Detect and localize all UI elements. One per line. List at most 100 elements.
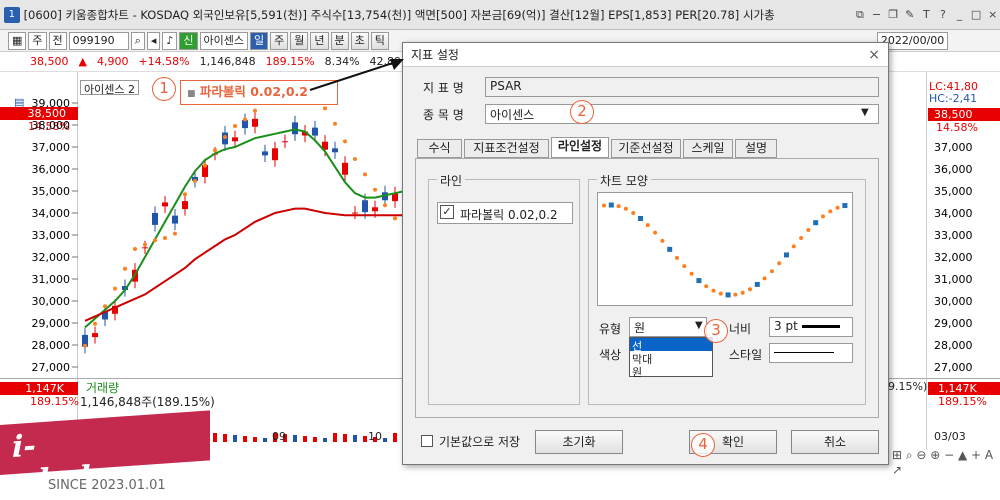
preview-dot [711, 288, 716, 293]
preview-dot [653, 230, 658, 235]
psar-dot [113, 286, 117, 291]
stock-name-select[interactable]: 아이센스 [485, 104, 879, 124]
search-icon[interactable]: ⌕ [130, 31, 145, 50]
line-group: 라인 ✓ 파라볼릭 0.02,0.2 [428, 172, 580, 405]
default-checkbox[interactable] [421, 435, 433, 447]
minimize-icon[interactable]: − [869, 7, 884, 22]
mode-select[interactable]: 주 [28, 31, 47, 50]
volume-bar [303, 436, 307, 442]
annotation-1: 1 [152, 77, 176, 101]
indicator-settings-dialog: 지표 설정 × 지 표 명 PSAR 종 목 명 아이센스 ▼ 수식 지표조건설… [402, 42, 889, 465]
psar-dot [133, 247, 137, 251]
close-icon[interactable]: × [868, 47, 880, 63]
font-icon[interactable]: T [919, 7, 934, 22]
tool-icon[interactable]: ✎ [902, 7, 917, 22]
grid-icon[interactable]: ▦ [8, 31, 27, 50]
chevron-down-icon[interactable]: ▼ [861, 107, 869, 118]
color-label: 색상 [599, 348, 622, 362]
psar-dot [233, 124, 237, 128]
help-icon[interactable]: ? [936, 7, 951, 22]
volume-bar [293, 435, 297, 442]
psar-dot [123, 266, 127, 271]
zoom-controls[interactable]: ⊞ ⌕ ⊖ ⊕ − ▲ + A ↗ [892, 448, 1000, 477]
psar-dot [203, 163, 207, 168]
window-title: [0600] 키움종합차트 - KOSDAQ 외국인보유[5,591(천)] 주… [23, 7, 775, 22]
period-tick[interactable]: 틱 [370, 31, 389, 50]
indicator-name-field[interactable]: PSAR [485, 77, 879, 97]
width-select[interactable]: 3 pt [769, 317, 853, 337]
sound-icon[interactable]: ♪ [162, 31, 178, 50]
psar-dot [223, 135, 227, 139]
tab-scale[interactable]: 스케일 [683, 139, 733, 158]
psar-dot [163, 236, 167, 240]
period-month[interactable]: 월 [290, 31, 309, 50]
new-badge: 신 [179, 31, 198, 50]
psar-dot [323, 106, 327, 111]
volume-bar [253, 437, 257, 442]
annotation-4: 4 [691, 433, 715, 457]
style-select[interactable] [769, 343, 853, 363]
left-tick: 34,000 [32, 207, 71, 220]
period-day[interactable]: 일 [250, 31, 269, 50]
type-option-line[interactable]: 선 [630, 338, 712, 353]
candle-body [262, 151, 268, 156]
tab-description[interactable]: 설명 [735, 139, 777, 158]
volume-bar [243, 436, 247, 442]
right-tick: 35,000 [934, 185, 973, 198]
left-tick: 32,000 [32, 251, 71, 264]
preview-dot [645, 223, 650, 228]
period-second[interactable]: 초 [350, 31, 369, 50]
stock-code-input[interactable]: 099190 [68, 31, 129, 50]
tab-formula[interactable]: 수식 [417, 139, 462, 158]
psar-dot [173, 231, 177, 236]
type-dropdown[interactable]: 선 막대 원 [629, 337, 713, 379]
line-list-item[interactable]: ✓ 파라볼릭 0.02,0.2 [437, 202, 573, 224]
type-option-bar[interactable]: 막대 [630, 351, 712, 366]
dialog-titlebar: 지표 설정 × [403, 43, 888, 67]
psar-dot [243, 117, 247, 122]
tab-baseline[interactable]: 기준선설정 [611, 139, 681, 158]
type-select[interactable]: 전 [48, 31, 67, 50]
candle-body [342, 162, 348, 175]
preview-dot [828, 209, 833, 214]
preview-dot [675, 255, 679, 260]
close-icon[interactable]: × [985, 7, 1000, 22]
min-icon[interactable]: _ [952, 7, 967, 22]
volume-bar [213, 433, 217, 442]
width-label: 너비 [729, 322, 752, 336]
window-number-badge: 1 [4, 6, 20, 23]
preview-dot [616, 204, 621, 209]
up-arrow-icon: ▲ [78, 55, 87, 68]
left-tick: 36,000 [32, 163, 71, 176]
period-week[interactable]: 주 [270, 31, 289, 50]
psar-dot [143, 242, 147, 247]
right-tick: 32,000 [934, 251, 973, 264]
dialog-title: 지표 설정 [411, 48, 459, 62]
vol-rate-right: 189.15% [938, 395, 987, 408]
period-year[interactable]: 년 [310, 31, 329, 50]
tab-bar: 수식 지표조건설정 라인설정 기준선설정 스케일 설명 [417, 137, 879, 159]
reset-button[interactable]: 초기화 [535, 430, 623, 454]
copy-icon[interactable]: ⧉ [853, 7, 868, 22]
annotation-3: 3 [704, 319, 728, 343]
preview-dot [733, 292, 738, 297]
tab-condition[interactable]: 지표조건설정 [464, 139, 549, 158]
volume-bar [353, 435, 357, 442]
preview-dot [718, 291, 723, 296]
line-checkbox[interactable]: ✓ [440, 205, 454, 219]
prev-icon[interactable]: ◂ [146, 31, 161, 50]
candle-body [362, 200, 368, 213]
left-tick: 27,000 [32, 361, 71, 374]
cancel-button[interactable]: 취소 [791, 430, 879, 454]
stock-name[interactable]: 아이센스 [199, 31, 248, 50]
max-icon[interactable]: □ [969, 7, 984, 22]
preview-dot [682, 264, 687, 269]
date-label-09: 09 [272, 430, 286, 443]
preview-dot [631, 210, 636, 215]
tab-line[interactable]: 라인설정 [551, 137, 609, 158]
chevron-down-icon[interactable]: ▼ [695, 320, 703, 331]
period-minute[interactable]: 분 [330, 31, 349, 50]
annotation-2: 2 [570, 100, 594, 124]
restore-icon[interactable]: ❐ [886, 7, 901, 22]
volume: 1,146,848 [199, 55, 256, 68]
